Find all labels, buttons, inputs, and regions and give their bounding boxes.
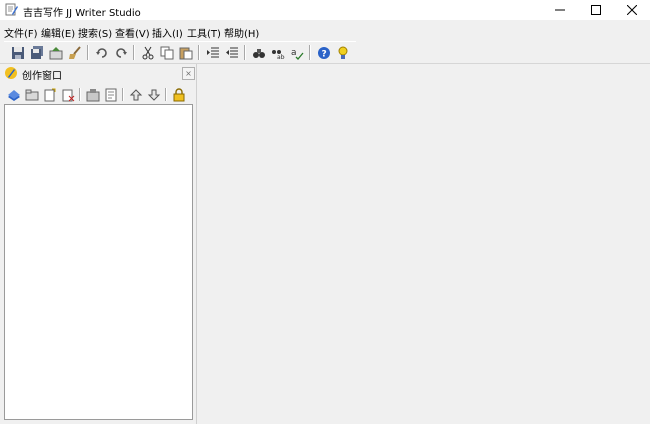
panel-header: 创作窗口 × — [0, 64, 196, 82]
delete-doc-button[interactable] — [60, 87, 75, 102]
folder-button[interactable] — [24, 87, 39, 102]
svg-text:abc: abc — [277, 54, 285, 60]
menu-file[interactable]: 文件(F) — [4, 25, 38, 40]
redo-icon — [116, 48, 127, 58]
outdent-button[interactable] — [224, 45, 240, 61]
find-icon — [253, 49, 265, 58]
move-down-button[interactable] — [146, 87, 161, 102]
help-icon: ? — [318, 47, 330, 60]
menu-bar: 文件(F) 编辑(E) 搜索(S) 查看(V) 插入(I) 工具(T) 帮助(H… — [0, 22, 650, 40]
delete-doc-icon — [62, 89, 74, 101]
indent-icon — [207, 47, 219, 58]
book-icon — [7, 89, 20, 101]
redo-button[interactable] — [113, 45, 129, 61]
export-button[interactable] — [48, 45, 64, 61]
book-button[interactable] — [6, 87, 21, 102]
replace-button[interactable]: abc — [270, 45, 286, 61]
window-title: 吉吉写作 JJ Writer Studio — [23, 8, 141, 19]
main-toolbar: abc a ? — [4, 41, 356, 64]
tip-button[interactable] — [335, 45, 351, 61]
new-doc-button[interactable] — [42, 87, 57, 102]
cut-button[interactable] — [140, 45, 156, 61]
folder-icon — [25, 89, 38, 100]
move-up-button[interactable] — [128, 87, 143, 102]
export-icon — [49, 47, 63, 60]
panel-toolbar-separator — [122, 88, 124, 101]
panel-toolbar-separator — [79, 88, 81, 101]
title-bar: 吉吉写作 JJ Writer Studio — [0, 0, 650, 20]
properties-button[interactable] — [85, 87, 100, 102]
minimize-button[interactable] — [542, 0, 578, 20]
maximize-icon — [591, 5, 601, 15]
toolbar-separator — [244, 45, 246, 60]
toolbar-separator — [198, 45, 200, 60]
menu-tools[interactable]: 工具(T) — [187, 25, 221, 40]
toolbar-separator — [87, 45, 89, 60]
notes-icon — [105, 88, 116, 101]
menu-insert[interactable]: 插入(I) — [152, 25, 183, 40]
save-all-icon — [31, 46, 43, 59]
panel-close-button[interactable]: × — [182, 67, 195, 80]
move-up-icon — [129, 88, 142, 100]
copy-button[interactable] — [159, 45, 175, 61]
menu-edit[interactable]: 编辑(E) — [41, 25, 75, 40]
toolbar-separator — [133, 45, 135, 60]
svg-text:a: a — [291, 48, 297, 58]
find-button[interactable] — [251, 45, 267, 61]
paste-icon — [179, 47, 193, 60]
undo-icon — [96, 48, 107, 58]
document-tree[interactable] — [4, 104, 193, 420]
new-doc-icon — [44, 88, 55, 101]
panel-title: 创作窗口 — [22, 71, 62, 82]
minimize-icon — [555, 9, 565, 11]
toolbar-separator — [309, 45, 311, 60]
close-icon — [627, 5, 637, 15]
menu-view[interactable]: 查看(V) — [115, 25, 150, 40]
save-button[interactable] — [10, 45, 26, 61]
broom-icon — [69, 46, 81, 59]
copy-icon — [160, 46, 174, 60]
help-button[interactable]: ? — [316, 45, 332, 61]
notes-button[interactable] — [103, 87, 118, 102]
panel-toolbar-separator — [165, 88, 167, 101]
app-icon — [5, 3, 18, 16]
maximize-button[interactable] — [578, 0, 614, 20]
save-all-button[interactable] — [29, 45, 45, 61]
svg-text:?: ? — [322, 50, 327, 60]
creation-panel: 创作窗口 × — [0, 64, 197, 424]
spellcheck-button[interactable]: a — [289, 45, 305, 61]
menu-search[interactable]: 搜索(S) — [78, 25, 112, 40]
lock-icon — [173, 87, 184, 101]
tip-icon — [338, 46, 348, 59]
indent-button[interactable] — [205, 45, 221, 61]
paste-button[interactable] — [178, 45, 194, 61]
save-icon — [12, 47, 24, 59]
undo-button[interactable] — [94, 45, 110, 61]
spellcheck-icon: a — [291, 48, 304, 60]
menu-help[interactable]: 帮助(H) — [224, 25, 259, 40]
cut-icon — [142, 46, 154, 60]
quill-icon — [5, 67, 17, 79]
replace-icon: abc — [272, 50, 285, 60]
editor-area[interactable] — [197, 64, 650, 424]
panel-toolbar — [4, 86, 192, 104]
clean-button[interactable] — [67, 45, 83, 61]
lock-button[interactable] — [171, 87, 186, 102]
properties-icon — [86, 88, 99, 101]
move-down-icon — [147, 89, 160, 101]
close-button[interactable] — [614, 0, 650, 20]
outdent-icon — [226, 47, 238, 58]
